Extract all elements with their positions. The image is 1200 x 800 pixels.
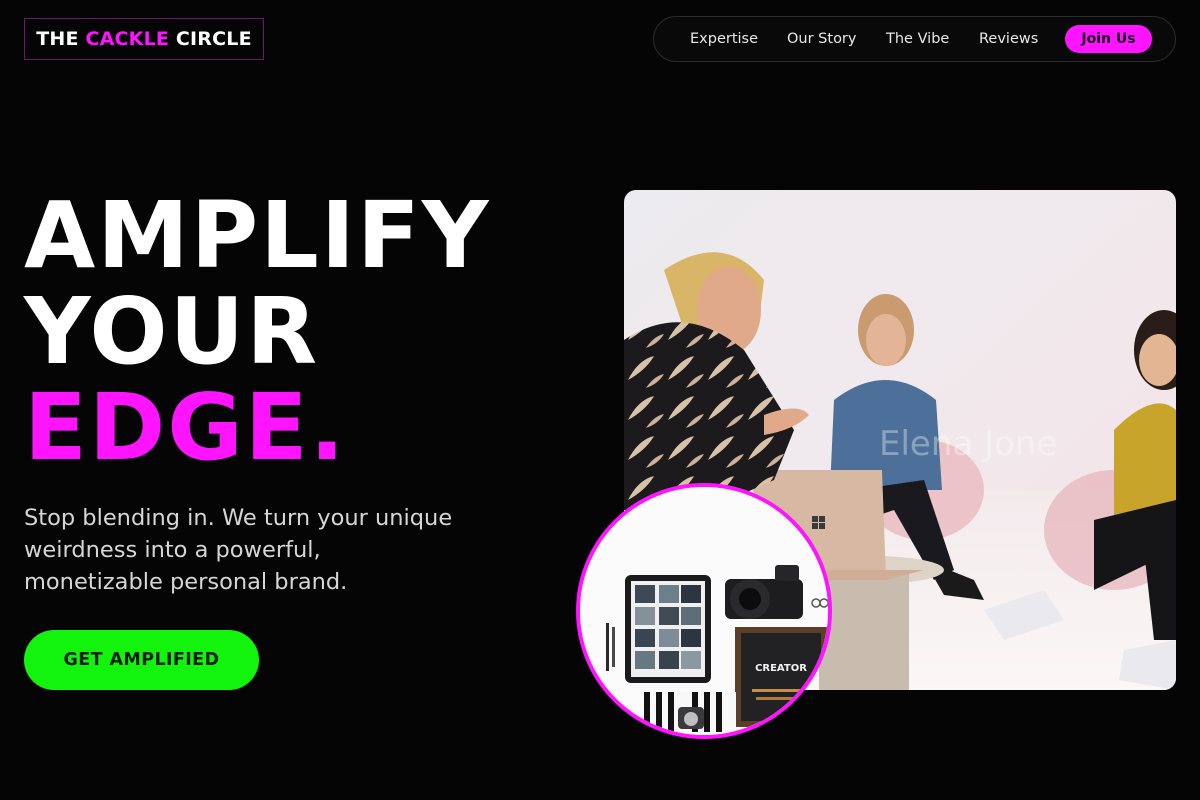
nav-link-our-story[interactable]: Our Story [787,17,856,61]
creator-board-text: CREATOR [755,663,807,674]
headline-line-1: AMPLIFY [24,182,491,289]
nav-link-expertise[interactable]: Expertise [690,17,758,61]
photo-watermark: Elena Jone [879,424,1057,464]
join-us-button[interactable]: Join Us [1065,25,1152,53]
hero-subtitle: Stop blending in. We turn your unique we… [24,505,453,595]
brand-logo[interactable]: THE CACKLE CIRCLE [24,18,264,60]
main-nav: Expertise Our Story The Vibe Reviews Joi… [653,16,1176,62]
nav-link-the-vibe[interactable]: The Vibe [886,17,949,61]
brand-prefix: THE [36,28,86,50]
creator-flatlay-photo: CREATOR [576,483,832,739]
headline-line-3: EDGE. [24,374,347,481]
brand-accent: CACKLE [85,28,170,50]
get-amplified-button[interactable]: GET AMPLIFIED [24,630,259,690]
nav-link-reviews[interactable]: Reviews [979,17,1038,61]
hero-headline: AMPLIFY YOUR EDGE. [24,188,491,476]
brand-suffix: CIRCLE [169,28,252,50]
headline-line-2: YOUR [24,278,320,385]
